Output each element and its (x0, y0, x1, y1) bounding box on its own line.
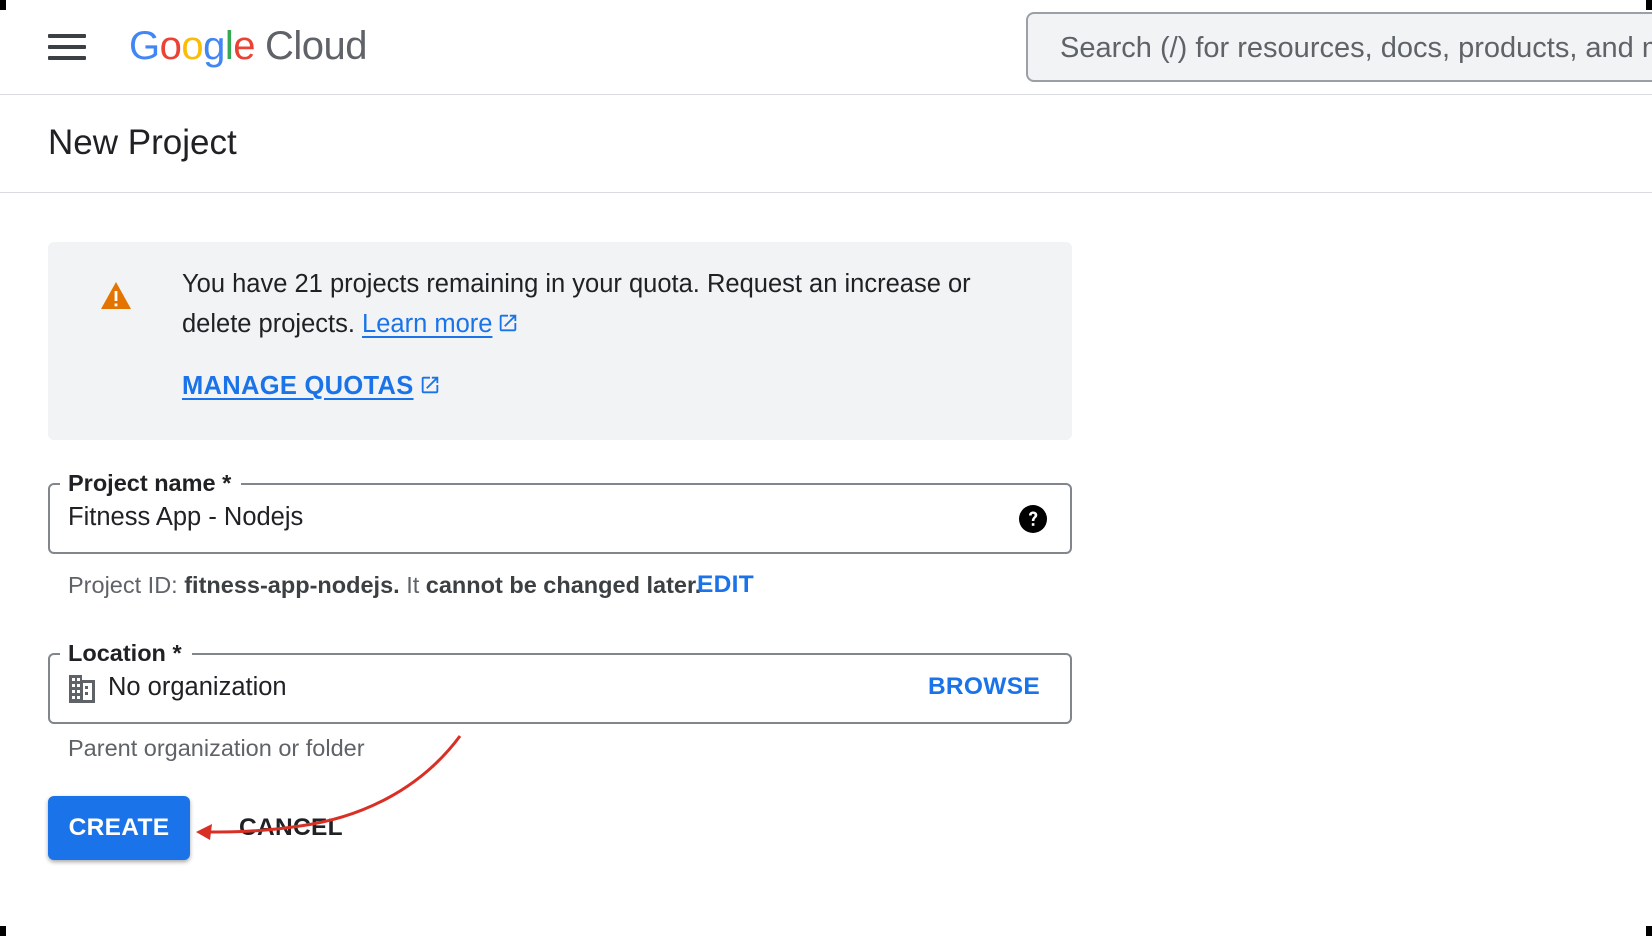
corner-mark (0, 0, 6, 10)
corner-mark (0, 926, 6, 936)
corner-mark (1646, 0, 1652, 10)
quota-message-text: You have 21 projects remaining in your q… (182, 270, 971, 338)
project-name-field[interactable]: Project name * (48, 468, 1072, 554)
project-name-label: Project name * (60, 468, 242, 498)
project-id-prefix: Project ID: (68, 572, 178, 598)
project-id-value: fitness-app-nodejs. (184, 572, 400, 598)
title-bar: New Project (0, 95, 1652, 193)
location-label: Location * (60, 638, 192, 668)
location-hint: Parent organization or folder (68, 735, 365, 761)
manage-quotas-link[interactable]: MANAGE QUOTAS (182, 372, 441, 401)
corner-mark (1646, 926, 1652, 936)
page-title: New Project (48, 123, 237, 162)
quota-message: You have 21 projects remaining in your q… (182, 264, 1042, 344)
google-cloud-logo[interactable]: Google Cloud (129, 22, 368, 70)
location-value: No organization (108, 673, 287, 701)
search-input[interactable] (1060, 30, 1652, 66)
manage-quotas-label: MANAGE QUOTAS (182, 372, 414, 400)
project-name-input[interactable] (68, 503, 948, 532)
browse-button[interactable]: BROWSE (928, 673, 1040, 701)
quota-notice: You have 21 projects remaining in your q… (48, 242, 1072, 440)
help-icon[interactable] (1018, 504, 1048, 534)
project-id-text: Project ID: fitness-app-nodejs. It canno… (68, 572, 701, 599)
search-box[interactable] (1026, 12, 1652, 82)
location-field[interactable]: Location * No organization BROWSE (48, 638, 1072, 724)
menu-icon[interactable] (48, 34, 86, 60)
create-button[interactable]: CREATE (48, 796, 190, 860)
external-link-icon (421, 376, 438, 394)
logo-google: Google (129, 24, 256, 68)
cancel-button[interactable]: CANCEL (225, 796, 357, 860)
project-id-mid: It (406, 572, 420, 598)
logo-cloud: Cloud (265, 24, 368, 68)
project-id-suffix: cannot be changed later. (425, 572, 702, 598)
learn-more-link[interactable]: Learn more (362, 310, 492, 338)
warning-icon (101, 282, 131, 309)
external-link-icon[interactable] (497, 312, 519, 334)
learn-more-label: Learn more (362, 310, 493, 338)
top-bar: Google Cloud (0, 0, 1652, 95)
edit-project-id-button[interactable]: EDIT (697, 571, 754, 599)
building-icon (69, 675, 95, 703)
